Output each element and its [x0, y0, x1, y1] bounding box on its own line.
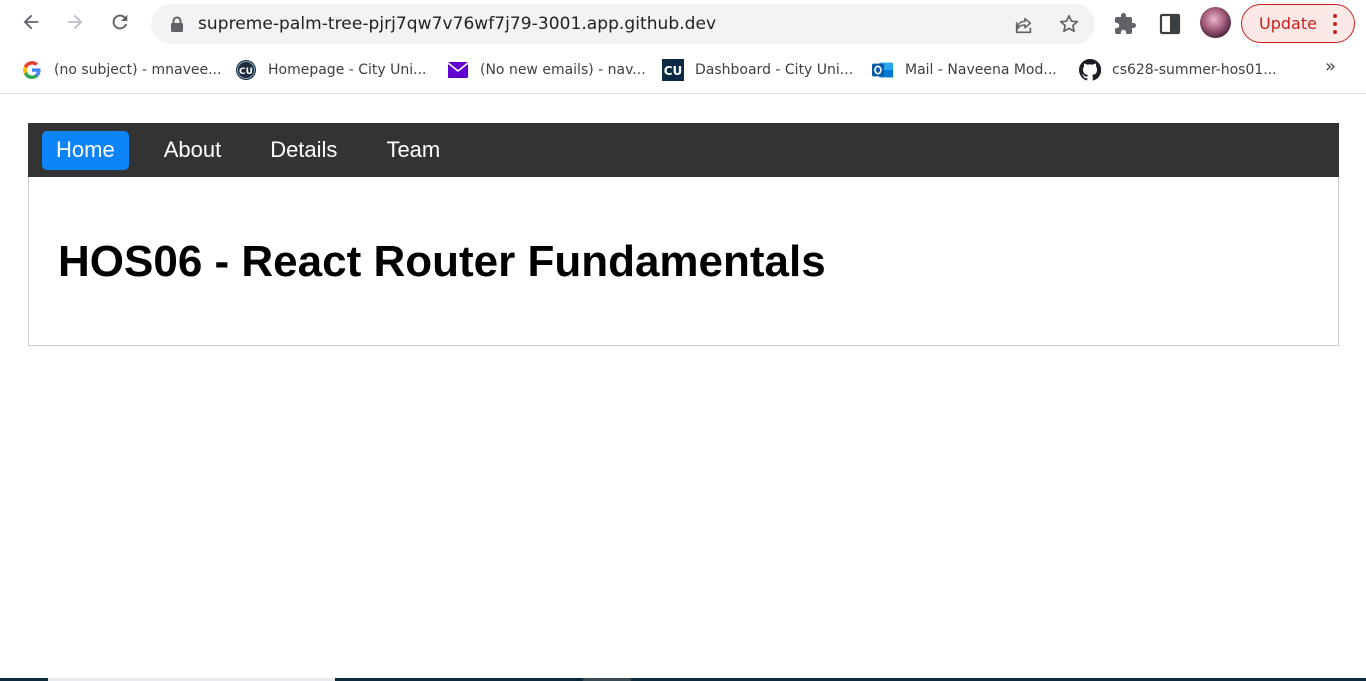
- main-content: HOS06 - React Router Fundamentals: [28, 177, 1339, 346]
- outlook-icon: [872, 59, 894, 81]
- bookmarks-overflow-button[interactable]: »: [1325, 56, 1336, 77]
- bookmark-label: Dashboard - City Uni...: [695, 62, 854, 78]
- bookmark-item[interactable]: CU Dashboard - City Uni...: [662, 59, 853, 81]
- bookmark-item[interactable]: cs628-summer-hos01...: [1079, 59, 1277, 81]
- github-icon: [1079, 59, 1101, 81]
- mail-icon: [447, 59, 469, 81]
- bookmark-item[interactable]: Mail - Naveena Mod...: [872, 59, 1057, 81]
- bookmark-label: Homepage - City Uni...: [268, 62, 427, 78]
- nav-link-home[interactable]: Home: [42, 130, 129, 170]
- bookmark-item[interactable]: (no subject) - mnavee...: [21, 59, 221, 81]
- arrow-left-icon: [23, 14, 39, 30]
- bookmarks-bar: (no subject) - mnavee... CU Homepage - C…: [0, 48, 1366, 94]
- reload-icon: [112, 14, 128, 30]
- cityu-icon: CU: [235, 59, 257, 81]
- back-button[interactable]: [19, 10, 43, 34]
- bookmark-label: (no subject) - mnavee...: [54, 62, 222, 78]
- page-title: HOS06 - React Router Fundamentals: [58, 237, 826, 286]
- cu-icon: CU: [662, 59, 684, 81]
- lock-icon: [171, 16, 183, 32]
- forward-button[interactable]: [63, 10, 87, 34]
- bookmark-label: Mail - Naveena Mod...: [905, 62, 1057, 78]
- reload-button[interactable]: [108, 10, 132, 34]
- arrow-right-icon: [67, 14, 83, 30]
- svg-text:CU: CU: [664, 64, 683, 78]
- star-icon[interactable]: [1058, 13, 1080, 35]
- nav-link-about[interactable]: About: [150, 131, 236, 170]
- nav-link-team[interactable]: Team: [372, 131, 454, 170]
- app-root: Home About Details Team HOS06 - React Ro…: [28, 123, 1339, 346]
- nav-link-details[interactable]: Details: [256, 131, 351, 170]
- bookmark-label: (No new emails) - nav...: [480, 62, 646, 78]
- address-bar[interactable]: supreme-palm-tree-pjrj7qw7v76wf7j79-3001…: [151, 4, 1095, 44]
- top-navbar: Home About Details Team: [28, 123, 1339, 177]
- google-icon: [21, 59, 43, 81]
- bookmark-label: cs628-summer-hos01...: [1112, 62, 1277, 78]
- svg-text:CU: CU: [239, 67, 253, 77]
- bookmark-item[interactable]: CU Homepage - City Uni...: [235, 59, 427, 81]
- menu-kebab-icon: [1333, 14, 1337, 34]
- update-label: Update: [1259, 14, 1317, 33]
- extensions-icon[interactable]: [1113, 12, 1137, 36]
- bookmark-item[interactable]: (No new emails) - nav...: [447, 59, 646, 81]
- update-button[interactable]: Update: [1241, 4, 1355, 43]
- share-icon[interactable]: [1013, 14, 1035, 36]
- browser-toolbar: supreme-palm-tree-pjrj7qw7v76wf7j79-3001…: [0, 0, 1366, 48]
- url-text[interactable]: supreme-palm-tree-pjrj7qw7v76wf7j79-3001…: [198, 14, 716, 34]
- profile-avatar[interactable]: [1200, 7, 1231, 38]
- side-panel-icon[interactable]: [1159, 13, 1181, 35]
